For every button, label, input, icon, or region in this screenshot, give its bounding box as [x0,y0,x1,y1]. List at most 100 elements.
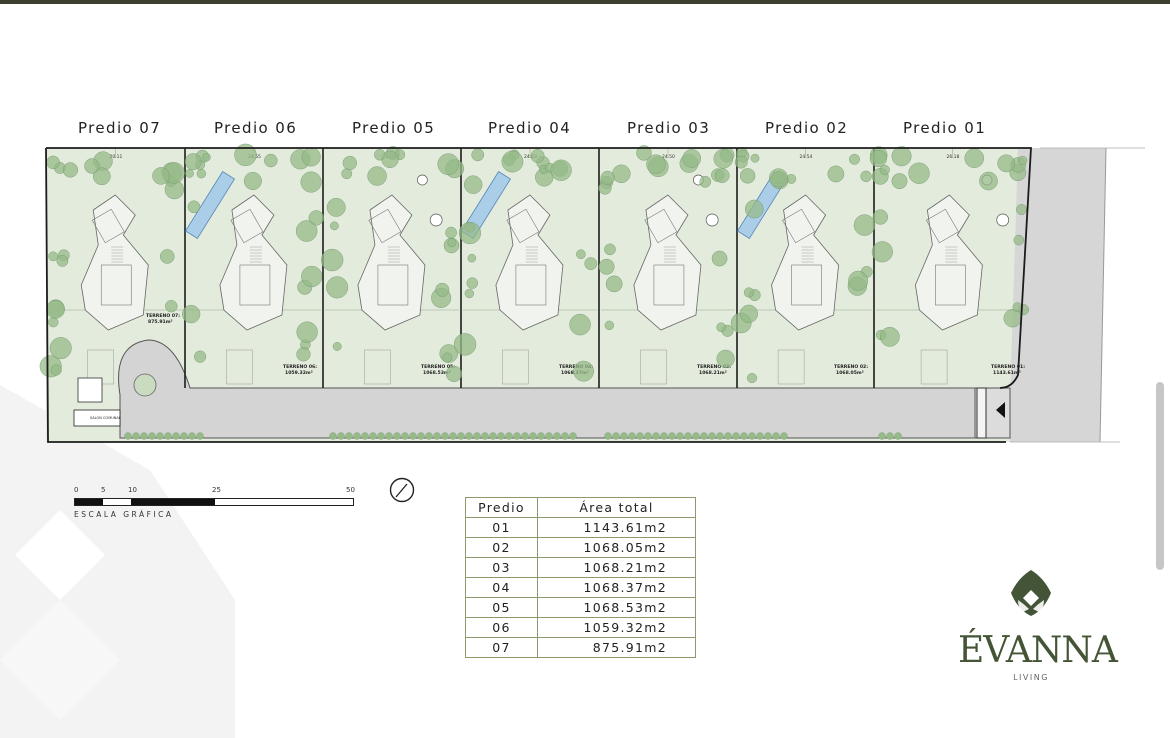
hedge [878,432,886,440]
north-arrow-icon [389,477,415,503]
hedge [164,432,172,440]
tree [745,199,764,219]
tree [646,154,666,175]
tree [442,352,453,363]
gate [976,387,987,439]
table-row: 06 1059.32m2 [465,617,696,638]
hedge [569,432,577,440]
hedge [196,432,204,440]
tree [716,349,735,368]
tree [600,170,615,186]
hedge [529,432,537,440]
terreno-area: 875.91m² [148,319,173,325]
tree [367,166,387,186]
hedge [401,432,409,440]
hedge [724,432,732,440]
tree [872,209,888,225]
hedge [756,432,764,440]
tree [739,168,756,184]
terreno-area: 1143.61m² [993,370,1021,376]
hedge [465,432,473,440]
hedge [604,432,612,440]
tree [466,277,479,289]
hedge [894,432,902,440]
lot-dimension: 24.54 [800,154,813,160]
tree [849,153,860,165]
hedge [660,432,668,440]
hedge [636,432,644,440]
hedge [628,432,636,440]
hedge [561,432,569,440]
tree [467,253,477,263]
hedge [425,432,433,440]
tree [62,162,78,178]
site-plan: 20.11TERRENO 07:875.91m²24.55TERRENO 06:… [39,143,1145,443]
play-area [705,213,719,227]
hedge [700,432,708,440]
terreno-area: 1068.21m² [699,370,727,376]
tree [471,148,485,162]
tree [714,168,730,183]
tree [46,299,65,319]
scale-tick-0: 0 [74,486,79,494]
tree [550,159,572,181]
hedge [449,432,457,440]
tree [184,153,202,171]
hedge [612,432,620,440]
tree [435,282,450,297]
tree [182,305,201,324]
tree [458,221,481,245]
tree [747,373,758,384]
hedge [748,432,756,440]
hedge [393,432,401,440]
tree [48,251,58,262]
tree [165,300,178,313]
hedge [457,432,465,440]
hedge [644,432,652,440]
table-cell-area: 1059.32m2 [537,617,696,638]
tree [716,322,726,333]
tree [1012,302,1023,313]
hedge [172,432,180,440]
hedge [124,432,132,440]
tree [445,226,457,239]
table-row: 01 1143.61m2 [465,517,696,538]
hedge [473,432,481,440]
hedge [537,432,545,440]
scale-tick-25: 25 [212,486,221,494]
tree [964,148,984,168]
brand-name: ÉVANNA [958,630,1118,671]
tree [827,165,845,183]
table-cell-area: 1068.21m2 [537,557,696,578]
table-cell-area: 1068.37m2 [537,577,696,598]
hedge [780,432,788,440]
hedge [545,432,553,440]
terreno-label: TERRENO 01: [991,364,1025,370]
tree [530,149,545,163]
tree [891,146,912,167]
table-cell-predio: 05 [465,597,538,618]
hedge [886,432,894,440]
tree [159,249,175,264]
hedge [652,432,660,440]
hedge [668,432,676,440]
table-cell-predio: 03 [465,557,538,578]
tree [50,364,62,376]
tree [997,154,1016,173]
hedge [716,432,724,440]
hedge [188,432,196,440]
tree [713,149,734,169]
side-road [1010,148,1106,442]
tree [185,169,194,178]
hedge [385,432,393,440]
table-row: 05 1068.53m2 [465,597,696,618]
tree [860,170,872,182]
tree [374,149,386,161]
hedge [156,432,164,440]
tree [464,175,483,194]
tree [301,147,321,167]
tree [330,221,339,231]
graphic-scale: 0 5 10 25 50 ESCALA GRÁFICA [74,486,355,519]
scale-tick-5: 5 [101,486,106,494]
table-header-area: Área total [537,497,696,518]
